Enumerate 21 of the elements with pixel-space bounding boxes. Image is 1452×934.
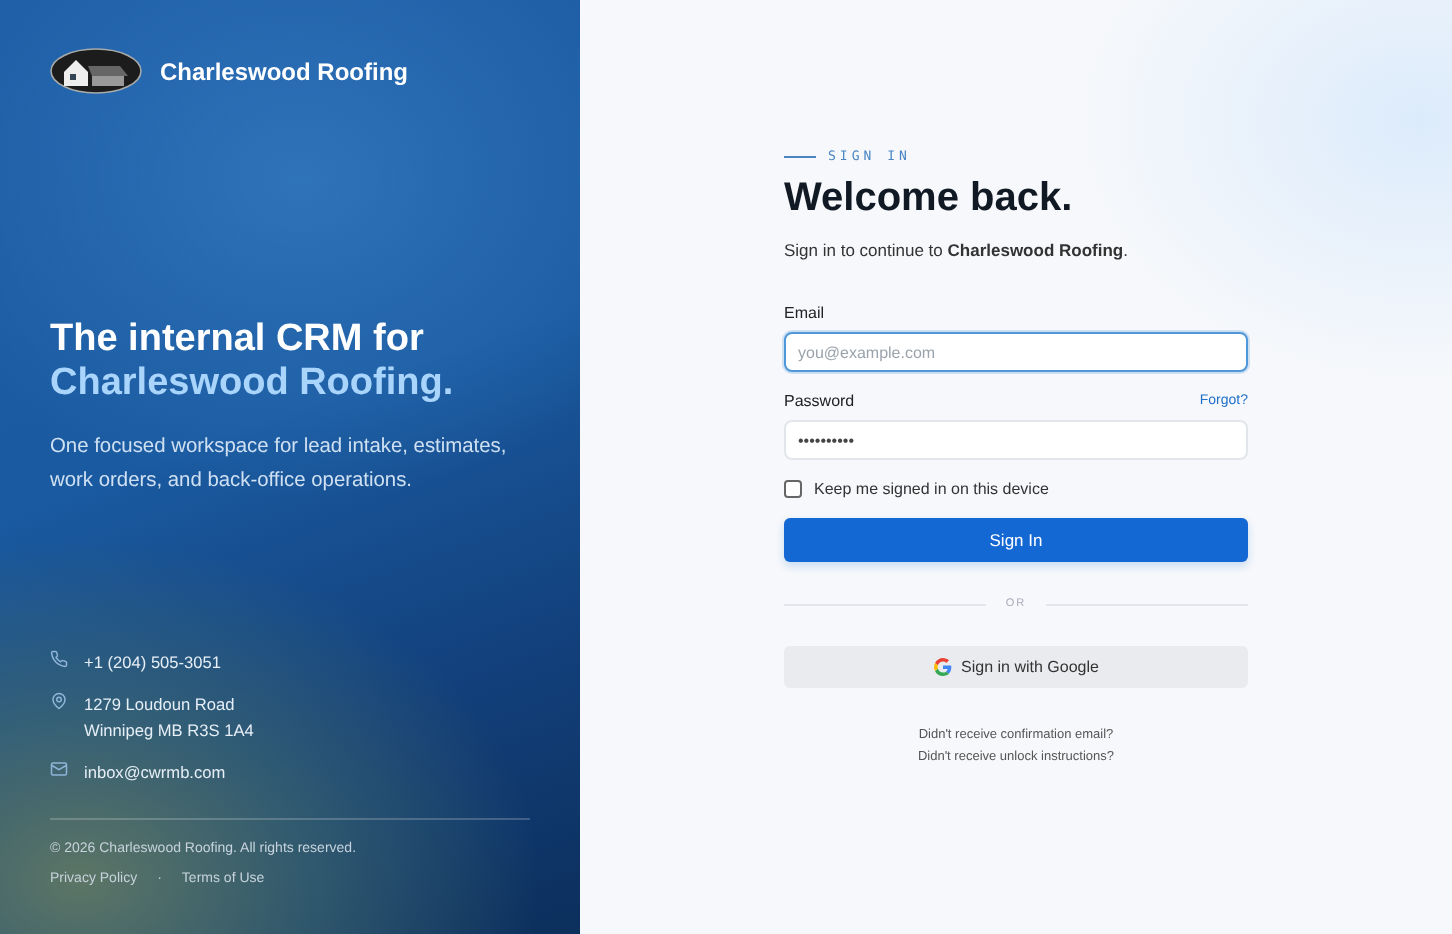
mail-icon bbox=[50, 760, 68, 778]
page-title: Welcome back. bbox=[784, 176, 1075, 222]
field-label: Email bbox=[784, 304, 825, 322]
subtitle-text: Sign in to continue to Charleswood Roofing. bbox=[784, 240, 1130, 260]
checkbox[interactable] bbox=[784, 480, 802, 498]
checkbox-label: Keep me signed in on this device bbox=[814, 480, 1049, 498]
hero-subtitle: One focused workspace for lead intake, estimates, work orders, and back-office operations. bbox=[50, 434, 509, 496]
google-sign-in-button[interactable]: Sign in with Google bbox=[784, 646, 1248, 688]
password-field[interactable]: •••••••••• bbox=[784, 420, 1248, 460]
contact-text: inbox@cwrmb.com bbox=[84, 760, 226, 786]
sign-in-button[interactable]: Sign In bbox=[784, 518, 1248, 562]
google-icon bbox=[933, 658, 952, 676]
house-logo bbox=[50, 48, 142, 94]
contact-text: 1279 Loudoun Road Winnipeg MB R3S 1A4 bbox=[84, 692, 254, 744]
hero-title: The internal CRM for Charleswood Roofing. bbox=[50, 318, 456, 406]
brand-name: Charleswood Roofing bbox=[160, 57, 408, 85]
email-field[interactable]: you@example.com bbox=[784, 332, 1248, 372]
phone-icon bbox=[50, 650, 68, 668]
contact-text: +1 (204) 505-3051 bbox=[84, 650, 222, 676]
map-pin-icon bbox=[50, 692, 68, 710]
field-label: Password bbox=[784, 392, 855, 410]
